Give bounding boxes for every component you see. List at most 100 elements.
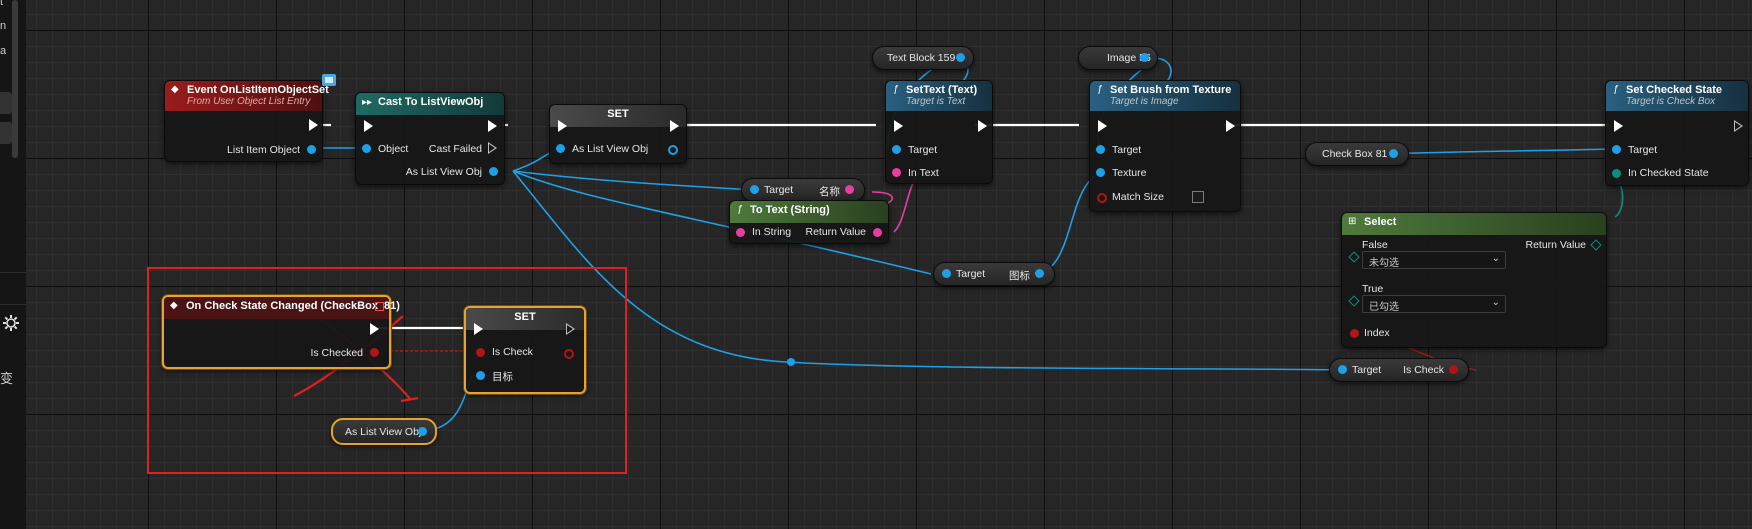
set-exec-out[interactable] — [670, 120, 679, 132]
event-node-header[interactable]: ◆ Event OnListItemObjectSet From User Ob… — [165, 81, 329, 111]
settext-exec-out[interactable] — [978, 120, 987, 132]
checkbox-var-node[interactable]: Check Box 81 — [1305, 142, 1409, 166]
select-index-pin[interactable] — [1350, 329, 1359, 338]
select-false-pin[interactable] — [1348, 251, 1360, 263]
event-exec-out[interactable] — [309, 119, 318, 131]
set-node-header[interactable]: SET — [550, 105, 686, 127]
image-var-node[interactable]: Image 56 — [1078, 46, 1158, 70]
setchecked-exec-out[interactable] — [1734, 120, 1743, 132]
checkbox-label: Check Box 81 — [1322, 148, 1388, 160]
totext-in-pin[interactable] — [736, 228, 745, 237]
setbrush-node[interactable]: ƒ Set Brush from Texture Target is Image… — [1089, 80, 1241, 212]
setbrush-exec-out[interactable] — [1226, 120, 1235, 132]
cast-node[interactable]: ▸▸ Cast To ListViewObj Object Cast Faile… — [355, 92, 505, 185]
setchecked-target-pin[interactable] — [1612, 145, 1621, 154]
function-icon: ƒ — [1613, 84, 1619, 95]
reroute-node[interactable] — [787, 358, 795, 366]
setbrush-texture-pin[interactable] — [1096, 168, 1105, 177]
set-ischeck-target-label: 目标 — [492, 371, 513, 383]
get-name-target-pin[interactable] — [750, 185, 759, 194]
aslistview-pin[interactable] — [418, 427, 427, 436]
select-true-label: True — [1362, 283, 1384, 295]
left-panel-button-2[interactable] — [0, 122, 12, 144]
cast-exec-out[interactable] — [488, 120, 497, 132]
select-true-pin[interactable] — [1348, 295, 1360, 307]
event-node[interactable]: ◆ Event OnListItemObjectSet From User Ob… — [164, 80, 329, 162]
setchecked-node[interactable]: ƒ Set Checked State Target is Check Box … — [1605, 80, 1749, 186]
oncheck-event-node[interactable]: ◆ On Check State Changed (CheckBox_81) I… — [162, 295, 400, 369]
totext-node[interactable]: ƒ To Text (String) In String Return Valu… — [729, 200, 889, 244]
set-in-label: As List View Obj — [572, 143, 649, 155]
select-true-dropdown[interactable]: 已勾选 ⌄ — [1362, 295, 1506, 313]
cast-out-pin[interactable] — [489, 167, 498, 176]
oncheck-title: On Check State Changed (CheckBox_81) — [186, 300, 400, 312]
get-ischeck-out-pin[interactable] — [1449, 365, 1458, 374]
settext-target-pin[interactable] — [892, 145, 901, 154]
get-name-out-pin[interactable] — [845, 185, 854, 194]
settext-exec-in[interactable] — [894, 120, 903, 132]
set-ischeck-target-pin[interactable] — [476, 371, 485, 380]
totext-out-pin[interactable] — [873, 228, 882, 237]
setbrush-target-pin[interactable] — [1096, 145, 1105, 154]
setbrush-node-header[interactable]: ƒ Set Brush from Texture Target is Image — [1090, 81, 1240, 111]
matchsize-checkbox[interactable] — [1192, 191, 1204, 203]
setchecked-subtitle: Target is Check Box — [1626, 96, 1716, 107]
set-node[interactable]: SET As List View Obj — [549, 104, 687, 164]
select-node[interactable]: ⊞ Select False 未勾选 ⌄ True 已勾选 ⌄ Index Re… — [1341, 212, 1607, 348]
cast-exec-in[interactable] — [364, 120, 373, 132]
setbrush-matchsize-label: Match Size — [1112, 191, 1164, 203]
oncheck-header[interactable]: ◆ On Check State Changed (CheckBox_81) — [164, 297, 400, 319]
get-name-out-label: 名称 — [819, 186, 840, 198]
left-panel-button-1[interactable] — [0, 92, 12, 114]
checkbox-pin[interactable] — [1389, 149, 1398, 158]
set-ischeck-out-pin[interactable] — [564, 349, 574, 359]
cast-failed-exec[interactable] — [488, 142, 497, 154]
set-ischeck-exec-out[interactable] — [566, 323, 575, 335]
get-icon-target-pin[interactable] — [942, 269, 951, 278]
setchecked-node-header[interactable]: ƒ Set Checked State Target is Check Box — [1606, 81, 1748, 111]
select-return-pin[interactable] — [1590, 239, 1602, 251]
textblock-label: Text Block 159 — [887, 52, 956, 64]
get-name-node[interactable]: Target 名称 — [741, 178, 865, 202]
get-ischeck-node[interactable]: Target Is Check — [1329, 358, 1469, 382]
textblock-var-node[interactable]: Text Block 159 — [872, 46, 974, 70]
blueprint-graph[interactable]: ◆ Event OnListItemObjectSet From User Ob… — [26, 0, 1752, 529]
setchecked-state-pin[interactable] — [1612, 169, 1621, 178]
set-ischeck-exec-in[interactable] — [474, 323, 483, 335]
select-false-dropdown[interactable]: 未勾选 ⌄ — [1362, 251, 1506, 269]
gear-icon[interactable] — [2, 314, 20, 332]
get-ischeck-target-label: Target — [1352, 364, 1382, 376]
oncheck-out-pin[interactable] — [370, 348, 379, 357]
oncheck-exec-out[interactable] — [370, 323, 379, 335]
aslistview-var-node[interactable]: As List View Obj — [331, 418, 437, 445]
settext-intext-pin[interactable] — [892, 168, 901, 177]
select-header[interactable]: ⊞ Select — [1342, 213, 1606, 235]
cast-object-pin[interactable] — [362, 144, 371, 153]
settext-node-header[interactable]: ƒ SetText (Text) Target is Text — [886, 81, 992, 111]
set-out-pin[interactable] — [668, 145, 678, 155]
setbrush-exec-in[interactable] — [1098, 120, 1107, 132]
set-ischeck-node[interactable]: SET Is Check 目标 — [464, 306, 586, 394]
image-pin[interactable] — [1140, 53, 1149, 62]
event-node-title: Event OnListItemObjectSet — [187, 84, 329, 96]
event-out-pin[interactable] — [307, 145, 316, 154]
set-in-pin[interactable] — [556, 144, 565, 153]
get-icon-out-label: 图标 — [1009, 270, 1030, 282]
setbrush-matchsize-pin[interactable] — [1097, 193, 1107, 203]
get-icon-target-label: Target — [956, 268, 986, 280]
textblock-pin[interactable] — [956, 53, 965, 62]
left-panel-text-2: n — [0, 20, 7, 32]
left-panel-scrollbar[interactable] — [12, 0, 18, 158]
setchecked-exec-in[interactable] — [1614, 120, 1623, 132]
setchecked-title: Set Checked State — [1626, 84, 1722, 96]
select-return-label: Return Value — [1525, 239, 1586, 251]
set-ischeck-in-pin[interactable] — [476, 348, 485, 357]
settext-node[interactable]: ƒ SetText (Text) Target is Text Target I… — [885, 80, 993, 184]
get-icon-out-pin[interactable] — [1035, 269, 1044, 278]
set-exec-in[interactable] — [558, 120, 567, 132]
get-icon-node[interactable]: Target 图标 — [933, 262, 1055, 286]
get-ischeck-target-pin[interactable] — [1338, 365, 1347, 374]
cast-node-header[interactable]: ▸▸ Cast To ListViewObj — [356, 93, 504, 115]
delegate-pin-icon[interactable] — [375, 302, 384, 311]
totext-header[interactable]: ƒ To Text (String) — [730, 201, 888, 223]
